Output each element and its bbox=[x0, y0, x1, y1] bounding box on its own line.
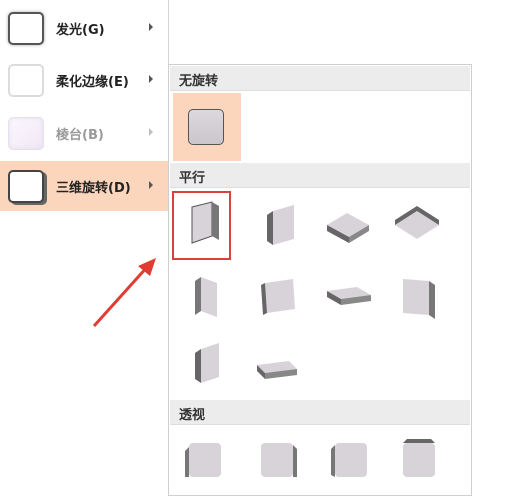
submenu-arrow-icon bbox=[149, 23, 153, 31]
rotated-square-icon bbox=[191, 201, 219, 244]
rotated-square-icon bbox=[267, 205, 294, 245]
preset-perspective-3[interactable] bbox=[321, 427, 387, 493]
section-header-no-rotation: 无旋转 bbox=[170, 66, 470, 91]
rotated-square-icon bbox=[261, 279, 295, 315]
soft-edges-icon bbox=[8, 64, 44, 97]
perspective-square-icon bbox=[403, 439, 435, 477]
perspective-square-icon bbox=[331, 443, 367, 477]
menu-item-bevel[interactable]: 棱台(B) bbox=[0, 108, 168, 158]
3d-rotation-gallery: 无旋转 平行 透视 bbox=[168, 64, 472, 496]
rotated-square-icon bbox=[327, 213, 369, 243]
bevel-icon bbox=[8, 117, 44, 150]
section-header-perspective: 透视 bbox=[170, 400, 470, 425]
preset-parallel-3[interactable] bbox=[317, 191, 383, 257]
preset-parallel-7[interactable] bbox=[317, 269, 383, 335]
menu-item-label: 柔化边缘(E) bbox=[56, 75, 129, 90]
preset-parallel-2[interactable] bbox=[249, 191, 315, 257]
submenu-arrow-icon bbox=[149, 128, 153, 136]
section-title: 无旋转 bbox=[179, 74, 219, 89]
submenu-arrow-icon bbox=[149, 181, 153, 189]
preset-parallel-5[interactable] bbox=[175, 269, 241, 335]
flat-square-icon bbox=[188, 109, 224, 145]
menu-item-label: 棱台(B) bbox=[56, 128, 104, 143]
3d-rotation-icon bbox=[8, 170, 44, 203]
menu-item-label: 三维旋转(D) bbox=[56, 181, 131, 196]
rotated-square-icon bbox=[257, 361, 297, 379]
preset-perspective-2[interactable] bbox=[249, 427, 315, 493]
preset-perspective-4[interactable] bbox=[391, 427, 457, 493]
menu-item-glow[interactable]: 发光(G) bbox=[0, 3, 168, 53]
preset-parallel-6[interactable] bbox=[249, 269, 315, 335]
menu-item-3d-rotation[interactable]: 三维旋转(D) bbox=[0, 161, 168, 211]
perspective-square-icon bbox=[185, 443, 221, 477]
preset-parallel-8[interactable] bbox=[389, 269, 455, 335]
rotated-square-icon bbox=[395, 206, 439, 239]
annotation-arrow-icon bbox=[92, 258, 156, 328]
rotated-square-icon bbox=[403, 279, 435, 319]
preset-parallel-10[interactable] bbox=[249, 339, 315, 405]
rotated-square-icon bbox=[195, 343, 219, 383]
preset-parallel-9[interactable] bbox=[175, 339, 241, 405]
glow-preset-icon bbox=[8, 12, 44, 45]
preset-parallel-4[interactable] bbox=[389, 191, 455, 257]
rotated-square-icon bbox=[195, 277, 217, 317]
rotated-square-icon bbox=[327, 287, 371, 305]
perspective-square-icon bbox=[261, 443, 297, 477]
shape-effects-menu: 发光(G) 柔化边缘(E) 棱台(B) 三维旋转(D) bbox=[0, 0, 169, 212]
menu-item-soft-edges[interactable]: 柔化边缘(E) bbox=[0, 55, 168, 105]
section-header-parallel: 平行 bbox=[170, 163, 470, 188]
submenu-arrow-icon bbox=[149, 75, 153, 83]
preset-parallel-1[interactable] bbox=[172, 191, 231, 260]
preset-no-rotation[interactable] bbox=[173, 93, 241, 161]
section-title: 平行 bbox=[179, 171, 206, 186]
preset-perspective-1[interactable] bbox=[175, 427, 241, 493]
section-title: 透视 bbox=[179, 408, 206, 423]
menu-item-label: 发光(G) bbox=[56, 23, 105, 38]
